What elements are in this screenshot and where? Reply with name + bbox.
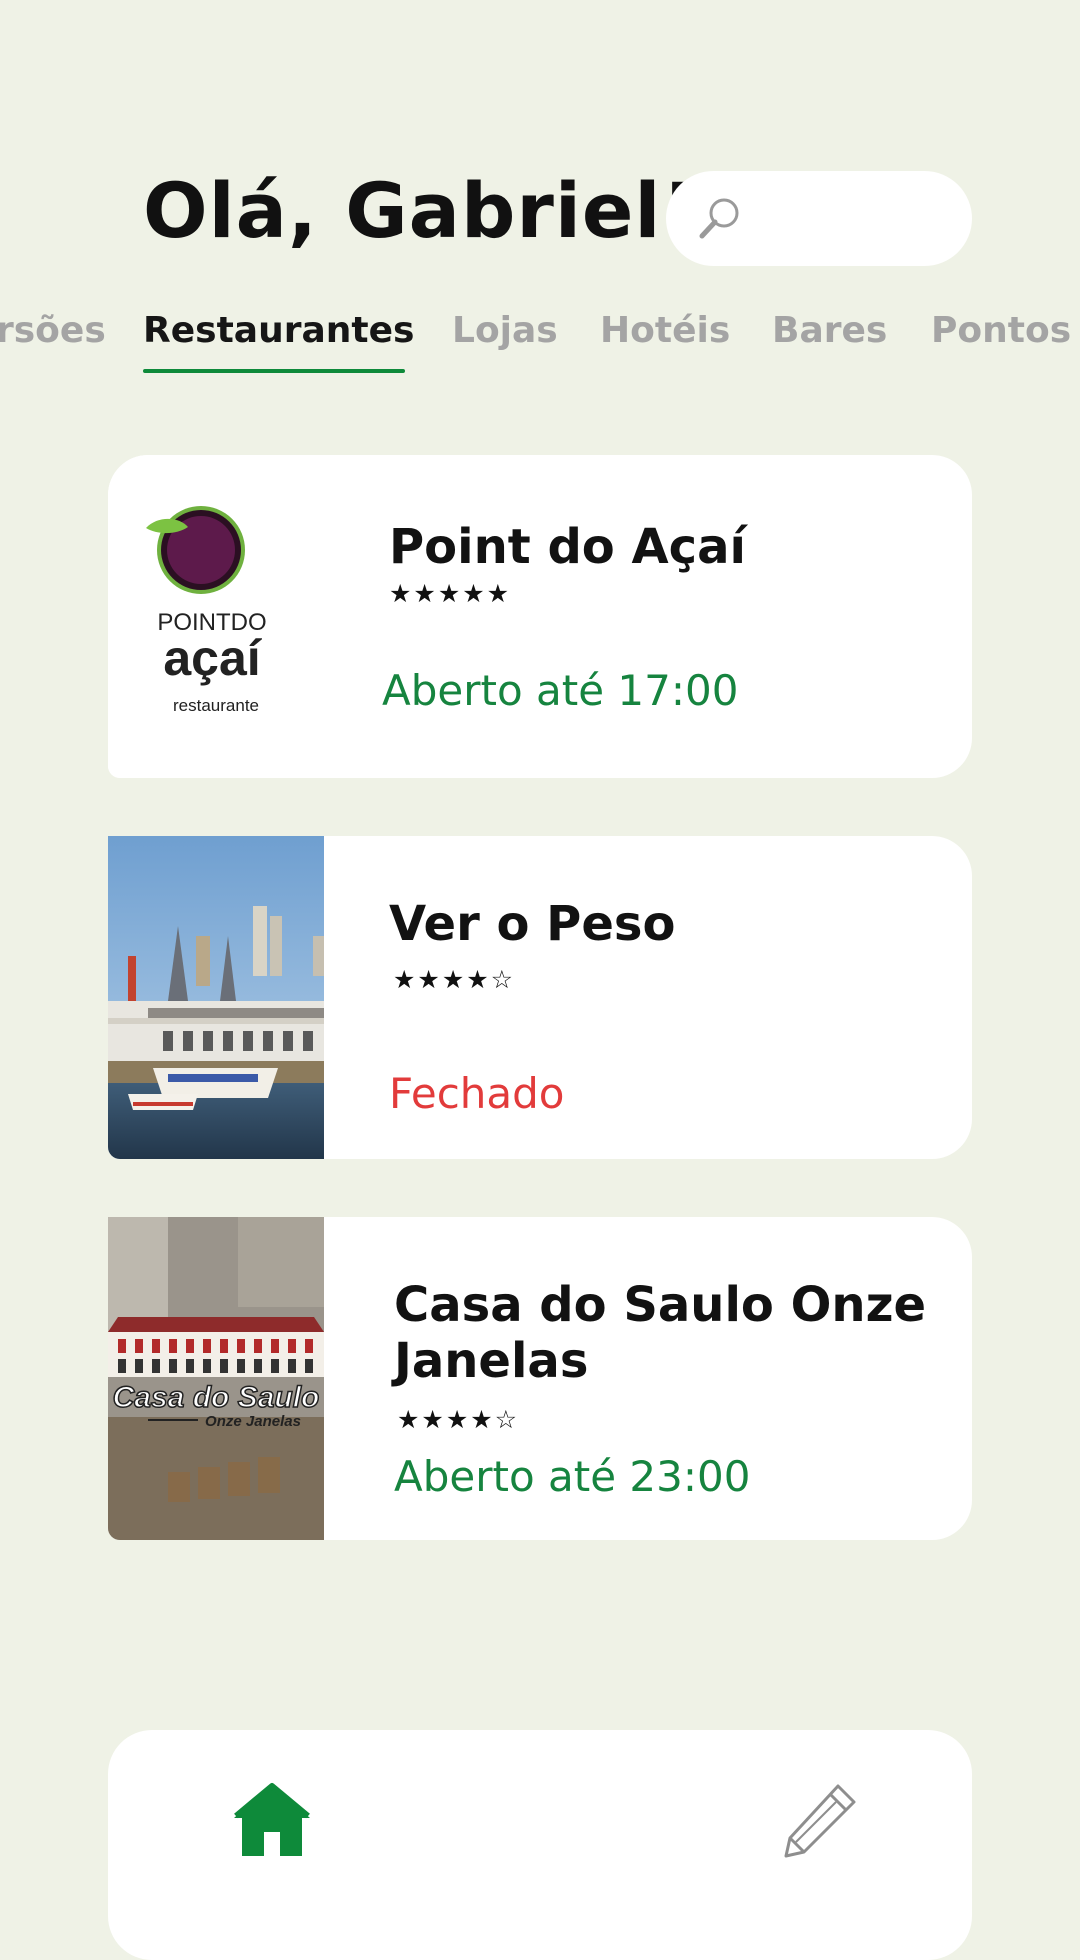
- place-name: Ver o Peso: [389, 896, 676, 952]
- tab-bares[interactable]: Bares: [772, 310, 887, 351]
- pencil-icon[interactable]: [780, 1782, 858, 1860]
- place-status: Fechado: [389, 1069, 565, 1118]
- place-name: Point do Açaí: [389, 519, 746, 575]
- place-card[interactable]: Casa do Saulo Onze Janelas Casa do Saulo…: [108, 1217, 972, 1540]
- place-card[interactable]: Ver o Peso ★★★★☆ Fechado: [108, 836, 972, 1159]
- svg-text:Casa do Saulo: Casa do Saulo: [113, 1381, 320, 1414]
- svg-text:restaurante: restaurante: [173, 696, 259, 715]
- tab-lojas[interactable]: Lojas: [452, 310, 558, 351]
- tab-restaurantes[interactable]: Restaurantes: [143, 310, 414, 351]
- place-status: Aberto até 23:00: [394, 1452, 751, 1501]
- place-status: Aberto até 17:00: [382, 666, 739, 715]
- svg-text:Onze Janelas: Onze Janelas: [205, 1413, 301, 1430]
- tab-hoteis[interactable]: Hotéis: [600, 310, 730, 351]
- tab-pontos[interactable]: Pontos: [931, 310, 1071, 351]
- search-icon: [699, 198, 739, 239]
- active-tab-indicator: [143, 369, 405, 373]
- rating-stars: ★★★★☆: [397, 1405, 520, 1434]
- point-do-acai-logo: POINTDO açaí restaurante: [108, 455, 324, 778]
- casa-do-saulo-logo: Casa do Saulo Onze Janelas: [108, 1217, 324, 1540]
- rating-stars: ★★★★★: [389, 579, 512, 608]
- greeting-title: Olá, Gabriel!: [143, 166, 698, 255]
- place-card[interactable]: POINTDO açaí restaurante Point do Açaí ★…: [108, 455, 972, 778]
- svg-text:açaí: açaí: [163, 630, 262, 686]
- tab-excursoes[interactable]: rsões: [0, 310, 106, 351]
- home-icon[interactable]: [232, 1782, 312, 1858]
- place-name: Casa do Saulo Onze Janelas: [394, 1277, 927, 1389]
- ver-o-peso-photo: [108, 836, 324, 1159]
- rating-stars: ★★★★☆: [393, 965, 516, 994]
- search-input[interactable]: [666, 171, 972, 266]
- bottom-navigation: [108, 1730, 972, 1960]
